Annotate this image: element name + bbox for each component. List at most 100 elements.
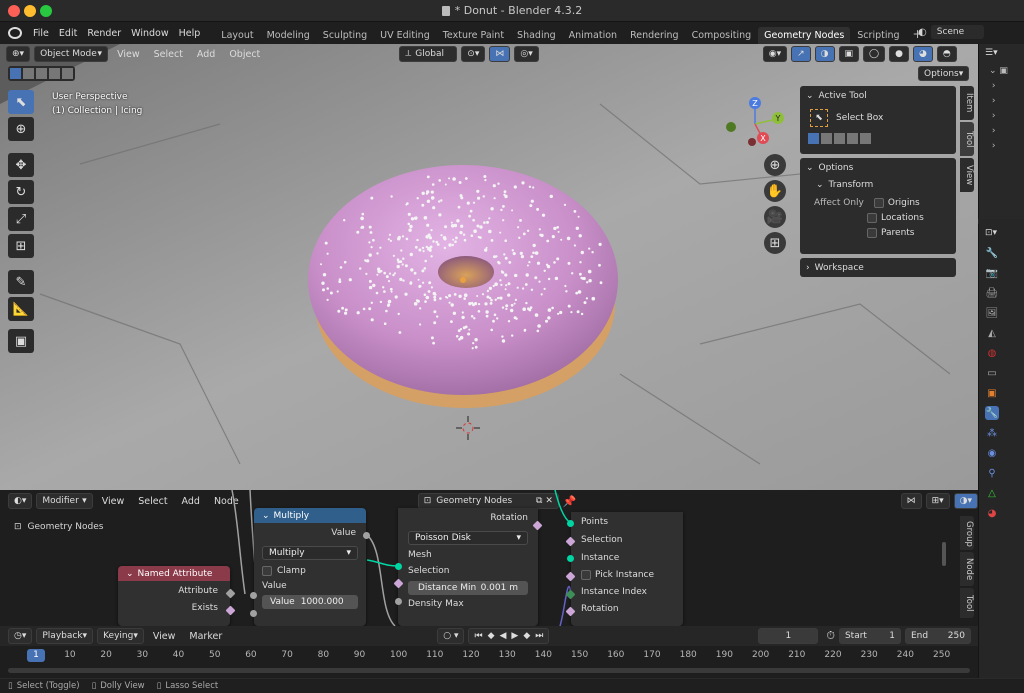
distance-min-socket[interactable] (395, 598, 402, 605)
transform-orientation-dropdown[interactable]: ⟂ Global (399, 46, 458, 62)
output-properties-icon[interactable]: 🖨 (985, 286, 999, 300)
named-attribute-header[interactable]: ⌄ Named Attribute (118, 566, 230, 581)
world-properties-icon[interactable]: ◍ (985, 346, 999, 360)
menu-help[interactable]: Help (174, 28, 206, 39)
tool-properties-icon[interactable]: 🔧 (985, 246, 999, 260)
side-tab-item[interactable]: Item (960, 86, 974, 120)
outliner-panel[interactable]: ☰▾ ⌄ ▣ › › › › › (978, 44, 1024, 219)
select-new-icon[interactable] (10, 68, 21, 79)
outliner-editor-icon[interactable]: ☰▾ (985, 48, 998, 58)
timeline-menu-marker[interactable]: Marker (184, 631, 227, 642)
move-tool-icon[interactable]: ✥ (8, 153, 34, 177)
auto-keying-icon[interactable]: ○ ▾ (437, 628, 465, 644)
multiply-input-socket-2[interactable] (250, 610, 257, 617)
tab-layout[interactable]: Layout (215, 27, 259, 44)
jump-end-icon[interactable]: ⏭ (535, 631, 543, 641)
properties-panel[interactable]: ⊡▾ 🔧 📷 🖨 🖼 ◭ ◍ ▭ ▣ 🔧 ⁂ ◉ ⚲ △ ◕ (978, 224, 1024, 678)
tool-select-intersect-icon[interactable] (860, 133, 871, 144)
annotate-tool-icon[interactable]: ✎ (8, 270, 34, 294)
stopwatch-icon[interactable]: ⏱ (826, 629, 835, 643)
named-attribute-node[interactable]: ⌄ Named Attribute Attribute Exists (118, 566, 230, 626)
side-tab-tool[interactable]: Tool (960, 122, 974, 156)
tool-select-invert-icon[interactable] (847, 133, 858, 144)
viewport-menu-object[interactable]: Object (224, 49, 265, 60)
zoom-view-icon[interactable]: ⊕ (764, 154, 786, 176)
distance-min-field[interactable]: Distance Min 0.001 m (408, 581, 528, 595)
scale-tool-icon[interactable]: ⤢ (8, 207, 34, 231)
object-properties-icon[interactable]: ▣ (985, 386, 999, 400)
material-properties-icon[interactable]: ◕ (985, 506, 999, 520)
timeline-editor-type-icon[interactable]: ◷▾ (8, 628, 33, 644)
tab-uv-editing[interactable]: UV Editing (374, 27, 436, 44)
shading-wireframe-icon[interactable]: ◯ (863, 46, 886, 62)
navigation-gizmo[interactable]: Z Y X (722, 94, 792, 154)
instance-input-socket[interactable] (567, 555, 574, 562)
tool-select-extend-icon[interactable] (821, 133, 832, 144)
properties-editor-icon[interactable]: ⊡▾ (985, 228, 997, 238)
blender-logo-icon[interactable] (8, 27, 22, 39)
locations-checkbox[interactable] (867, 213, 877, 223)
gizmo-toggle-icon[interactable]: ↗ (791, 46, 811, 62)
menu-window[interactable]: Window (126, 28, 173, 39)
current-frame-field[interactable]: 1 (758, 628, 819, 644)
physics-properties-icon[interactable]: ◉ (985, 446, 999, 460)
rotate-tool-icon[interactable]: ↻ (8, 180, 34, 204)
shading-rendered-icon[interactable]: ◓ (936, 46, 957, 62)
select-intersect-icon[interactable] (62, 68, 73, 79)
transform-tool-icon[interactable]: ⊞ (8, 234, 34, 258)
menu-edit[interactable]: Edit (54, 28, 82, 39)
parents-checkbox[interactable] (867, 228, 877, 238)
workspace-panel[interactable]: › Workspace (800, 258, 956, 277)
overlay-toggle-icon[interactable]: ◑ (814, 46, 835, 62)
camera-view-icon[interactable]: 🎥 (764, 206, 786, 228)
timeline-menu-view[interactable]: View (148, 631, 181, 642)
menu-render[interactable]: Render (82, 28, 126, 39)
play-reverse-icon[interactable]: ◀ (500, 631, 507, 641)
geometry-node-editor[interactable]: ◐▾ Modifier ▾ View Select Add Node ⊡ Geome… (0, 490, 978, 626)
side-tab-node[interactable]: Node (960, 552, 974, 586)
points-input-socket[interactable] (567, 520, 574, 527)
tool-select-new-icon[interactable] (808, 133, 819, 144)
tab-animation[interactable]: Animation (563, 27, 623, 44)
tab-sculpting[interactable]: Sculpting (317, 27, 373, 44)
chevron-down-icon[interactable]: ⌄ (806, 91, 814, 101)
select-subtract-icon[interactable] (36, 68, 47, 79)
select-box-icon[interactable]: ⬉ (810, 109, 828, 127)
tab-shading[interactable]: Shading (511, 27, 562, 44)
options-dropdown[interactable]: Options ▾ (918, 66, 970, 81)
timeline-ruler[interactable]: 10 20 30 40 50 60 70 80 90 100 110 120 130 140 150 160 1… (0, 646, 978, 678)
add-cube-tool-icon[interactable]: ▣ (8, 329, 34, 353)
multiply-output-socket[interactable] (363, 532, 370, 539)
viewport-menu-select[interactable]: Select (149, 49, 188, 60)
viewport-menu-add[interactable]: Add (192, 49, 220, 60)
node-editor-scrollbar[interactable] (942, 542, 946, 566)
side-tab-node-tool[interactable]: Tool (960, 588, 974, 618)
shading-solid-icon[interactable]: ● (889, 46, 909, 62)
tab-modeling[interactable]: Modeling (261, 27, 316, 44)
jump-start-icon[interactable]: ⏮ (474, 631, 482, 641)
multiply-header[interactable]: ⌄ Multiply (254, 508, 366, 523)
playhead-marker[interactable]: 1 (27, 649, 45, 662)
constraints-properties-icon[interactable]: ⚲ (985, 466, 999, 480)
side-tab-view[interactable]: View (960, 158, 974, 192)
chevron-down-icon[interactable]: ⌄ (806, 163, 814, 173)
scene-selector-icon[interactable]: ◐ (918, 27, 927, 38)
pan-view-icon[interactable]: ✋ (764, 180, 786, 202)
scene-properties-icon[interactable]: ◭ (985, 326, 999, 340)
view-layer-icon[interactable]: 🖼 (985, 306, 999, 320)
play-icon[interactable]: ▶ (511, 631, 518, 641)
perspective-toggle-icon[interactable]: ⊞ (764, 232, 786, 254)
particles-properties-icon[interactable]: ⁂ (985, 426, 999, 440)
data-properties-icon[interactable]: △ (985, 486, 999, 500)
distribute-method-dropdown[interactable]: Poisson Disk ▾ (408, 531, 528, 545)
mesh-input-socket[interactable] (395, 563, 402, 570)
select-extend-icon[interactable] (23, 68, 34, 79)
pivot-icon[interactable]: ⊙▾ (461, 46, 486, 62)
clamp-checkbox[interactable] (262, 566, 272, 576)
tab-scripting[interactable]: Scripting (851, 27, 905, 44)
editor-type-selector[interactable]: ⊕▾ (6, 46, 31, 62)
multiply-input-socket[interactable] (250, 592, 257, 599)
chevron-down-icon[interactable]: ⌄ (816, 180, 824, 190)
tab-geometry-nodes[interactable]: Geometry Nodes (758, 27, 851, 44)
measure-tool-icon[interactable]: 📐 (8, 297, 34, 321)
